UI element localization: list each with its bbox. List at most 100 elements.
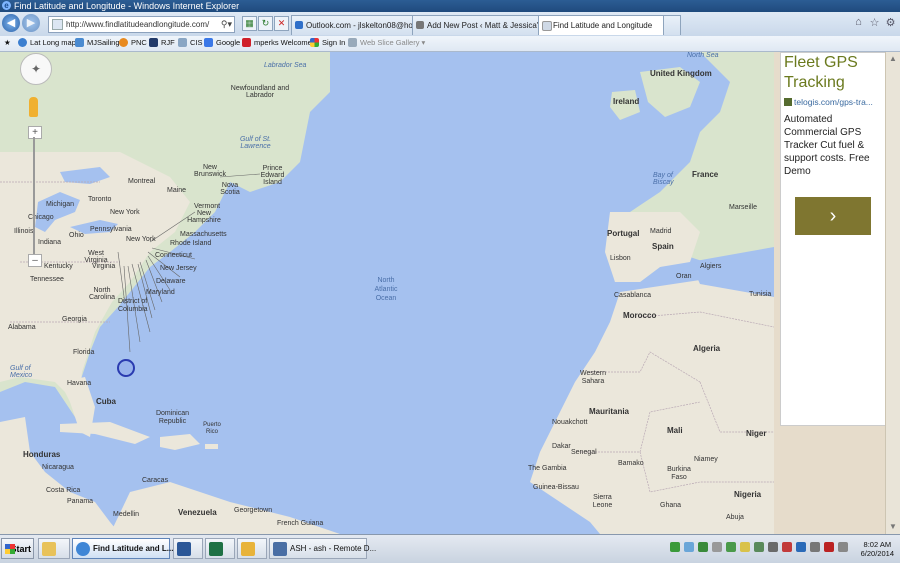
map-label: Casablanca — [614, 292, 651, 299]
favorite-cis[interactable]: CIS — [178, 38, 203, 47]
map-label: New Hampshire — [187, 210, 221, 224]
map-label: Ireland — [613, 97, 640, 106]
map-label: Panama — [67, 498, 94, 505]
new-tab-button[interactable] — [663, 15, 681, 35]
ad-site-icon — [784, 98, 792, 106]
start-button[interactable]: Start — [1, 538, 34, 559]
ad-go-button[interactable]: › — [795, 197, 871, 235]
map-label: Mali — [667, 426, 683, 435]
tab-add-new-post[interactable]: Add New Post ‹ Matt & Jessica's ... — [412, 15, 550, 35]
favorite-mjsailing[interactable]: MJSailing — [75, 38, 120, 47]
tray-icon[interactable] — [796, 542, 806, 552]
address-bar[interactable]: http://www.findlatitudeandlongitude.com/… — [48, 16, 235, 33]
map-label: France — [692, 170, 719, 179]
map-label: Caracas — [142, 477, 169, 484]
street-view-pegman-icon[interactable] — [29, 97, 38, 117]
favorite-label: Web Slice Gallery ▾ — [360, 38, 426, 47]
ad-body: Automated Commercial GPS Tracker Cut fue… — [784, 114, 870, 177]
map-label: Niger — [746, 429, 767, 438]
map-label: Michigan — [46, 201, 75, 208]
taskbar-excel[interactable] — [205, 538, 235, 559]
tray-icon[interactable] — [810, 542, 820, 552]
url-text: http://www.findlatitudeandlongitude.com/ — [66, 20, 210, 29]
tray-icon[interactable] — [726, 542, 736, 552]
favorite-label: Google — [216, 38, 241, 47]
map-label: Maryland — [146, 289, 175, 296]
map-label: Honduras — [23, 450, 61, 459]
favorite-lat-long-map[interactable]: Lat Long map — [18, 38, 76, 47]
scroll-down-icon[interactable]: ▼ — [889, 522, 898, 531]
forward-button[interactable]: ▶ — [22, 14, 40, 32]
search-dropdown-icon[interactable]: ⚲▾ — [221, 17, 232, 32]
map-label: Georgia — [62, 316, 87, 323]
taskbar-ie-find-latitude[interactable]: Find Latitude and L... — [72, 538, 173, 559]
word-icon — [177, 542, 191, 556]
map-label: New Jersey — [160, 265, 197, 272]
location-marker[interactable] — [117, 359, 135, 377]
refresh-icon[interactable]: ↻ — [258, 16, 273, 31]
favorite-label: mperks Welcome — [254, 38, 312, 47]
taskbar-explorer[interactable] — [38, 538, 70, 559]
zoom-in-button[interactable]: + — [28, 126, 42, 139]
compatibility-icon[interactable]: ▦ — [242, 16, 257, 31]
ad-link[interactable]: telogis.com/gps-tra... — [784, 97, 888, 107]
stop-icon[interactable]: ✕ — [274, 16, 289, 31]
tab-label: Add New Post ‹ Matt & Jessica's ... — [427, 21, 550, 30]
map-label: West Virginia — [84, 250, 108, 264]
add-favorites-star-icon[interactable]: ★ — [4, 38, 11, 47]
favorite-rjf[interactable]: RJF — [149, 38, 175, 47]
favorite-label: RJF — [161, 38, 175, 47]
taskbar-word[interactable] — [173, 538, 203, 559]
pan-control[interactable]: ✦ — [20, 53, 52, 85]
favorite-sign-in[interactable]: Sign In — [310, 38, 345, 47]
tray-icon[interactable] — [712, 542, 722, 552]
map-label: Dominican Republic — [155, 410, 190, 425]
map-label: Niamey — [694, 456, 718, 463]
favorite-mperks[interactable]: mperks Welcome — [242, 38, 312, 47]
favorite-web-slice-gallery[interactable]: Web Slice Gallery ▾ — [348, 38, 425, 47]
volume-icon[interactable] — [838, 542, 848, 552]
tray-icon[interactable] — [698, 542, 708, 552]
vertical-scrollbar[interactable]: ▲ ▼ — [885, 52, 900, 534]
tray-icon[interactable] — [684, 542, 694, 552]
ad-unit[interactable]: Fleet GPS Tracking telogis.com/gps-tra..… — [780, 52, 892, 426]
clock[interactable]: 8:02 AM 6/20/2014 — [861, 540, 894, 558]
webslice-icon — [348, 38, 357, 47]
tray-icon[interactable] — [768, 542, 778, 552]
tools-gear-icon[interactable]: ⚙ — [884, 16, 897, 29]
map-label: Florida — [73, 349, 95, 356]
home-icon[interactable]: ⌂ — [852, 16, 865, 29]
ad-headline[interactable]: Fleet GPS Tracking — [784, 53, 888, 93]
tray-icon[interactable] — [740, 542, 750, 552]
tab-outlook[interactable]: Outlook.com - jlskelton08@hot... — [291, 15, 424, 35]
favorites-star-icon[interactable]: ☆ — [868, 16, 881, 29]
map-label: Abuja — [726, 514, 744, 521]
outlook-icon — [295, 21, 303, 29]
zoom-slider[interactable] — [33, 137, 35, 255]
favorite-pnc[interactable]: PNC — [119, 38, 147, 47]
map-label: Marseille — [729, 204, 758, 211]
taskbar-remote-desktop[interactable]: ASH - ash - Remote D... — [269, 538, 376, 559]
taskbar-paint[interactable] — [237, 538, 267, 559]
pnc-icon — [119, 38, 128, 47]
map-label: Georgetown — [234, 507, 273, 514]
map-label: Medellin — [113, 511, 140, 518]
map-label: New York — [110, 209, 140, 216]
map-label: Kentucky — [44, 263, 73, 270]
scroll-up-icon[interactable]: ▲ — [889, 54, 898, 63]
favorite-google[interactable]: Google — [204, 38, 240, 47]
folder-icon — [42, 542, 56, 556]
back-button[interactable]: ◀ — [2, 14, 20, 32]
map-label: Puerto Rico — [203, 422, 221, 435]
zoom-out-button[interactable]: – — [28, 254, 42, 267]
network-signal-icon[interactable] — [754, 542, 764, 552]
tray-icon[interactable] — [824, 542, 834, 552]
favorite-label: MJSailing — [87, 38, 120, 47]
map-label: Nicaragua — [42, 464, 74, 471]
tray-icon[interactable] — [782, 542, 792, 552]
tray-icon[interactable] — [670, 542, 680, 552]
tab-find-latitude[interactable]: Find Latitude and Longitude × — [538, 15, 676, 35]
map-label: Toronto — [88, 196, 112, 203]
map-label: Lisbon — [610, 255, 631, 262]
map-canvas[interactable]: North Sea United Kingdom Ireland Labrado… — [0, 52, 774, 534]
